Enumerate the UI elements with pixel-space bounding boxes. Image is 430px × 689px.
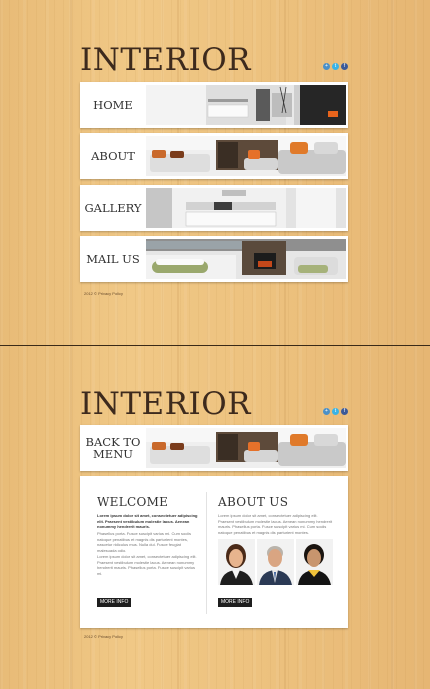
team-member-photo [218, 539, 255, 585]
menu-item-about[interactable]: ABOUT [80, 133, 348, 179]
menu-item-home[interactable]: HOME [80, 82, 348, 128]
team-member-photo [296, 539, 333, 585]
facebook-icon[interactable]: f [341, 408, 348, 415]
logo-text[interactable]: INTERIOR [80, 42, 251, 78]
living-room-sofa-photo [146, 428, 346, 468]
menu-label: ABOUT [91, 148, 135, 163]
content-panel: WELCOME Lorem ipsum dolor sit amet, cons… [80, 476, 348, 628]
kitchen-interior-photo [146, 188, 346, 228]
team-member-photo [257, 539, 294, 585]
column-divider [206, 492, 207, 614]
living-room-sofa-photo [146, 136, 346, 176]
about-more-info-button[interactable]: MORE INFO [218, 598, 253, 607]
menu-label: GALLERY [84, 200, 142, 215]
team-photos [218, 539, 333, 585]
about-text: Lorem ipsum dolor sit amet, consectetuer… [218, 513, 333, 535]
social-icons: + t f [323, 408, 348, 415]
facebook-icon[interactable]: f [341, 63, 348, 70]
menu-item-gallery[interactable]: GALLERY [80, 185, 348, 231]
welcome-intro: Lorem ipsum dolor sit amet, consectetuer… [97, 513, 201, 530]
welcome-text-2: Lorem ipsum dolor sit amet, consectetuer… [97, 554, 197, 576]
back-button-label: BACK TO MENU [85, 434, 141, 461]
kitchen-photo [146, 85, 346, 125]
welcome-title: WELCOME [97, 495, 169, 509]
twitter-icon[interactable]: t [332, 63, 339, 70]
welcome-text-1: Phasellus porta. Fusce suscipit varius m… [97, 531, 192, 553]
copyright-text: 2012 © Privacy Policy [84, 291, 123, 296]
social-icons: + t f [323, 63, 348, 70]
welcome-more-info-button[interactable]: MORE INFO [97, 598, 132, 607]
share-icon[interactable]: + [323, 408, 330, 415]
welcome-intro-text: Lorem ipsum dolor sit amet, consectetuer… [97, 513, 198, 530]
menu-item-mail-us[interactable]: MAIL US [80, 236, 348, 282]
twitter-icon[interactable]: t [332, 408, 339, 415]
about-title: ABOUT US [218, 495, 289, 509]
logo-text[interactable]: INTERIOR [80, 386, 251, 422]
lounge-fireplace-photo [146, 239, 346, 279]
menu-label: MAIL US [86, 251, 140, 266]
back-to-menu-button[interactable]: BACK TO MENU [80, 425, 348, 471]
copyright-text: 2012 © Privacy Policy [84, 634, 123, 639]
menu-label: HOME [93, 97, 133, 112]
share-icon[interactable]: + [323, 63, 330, 70]
